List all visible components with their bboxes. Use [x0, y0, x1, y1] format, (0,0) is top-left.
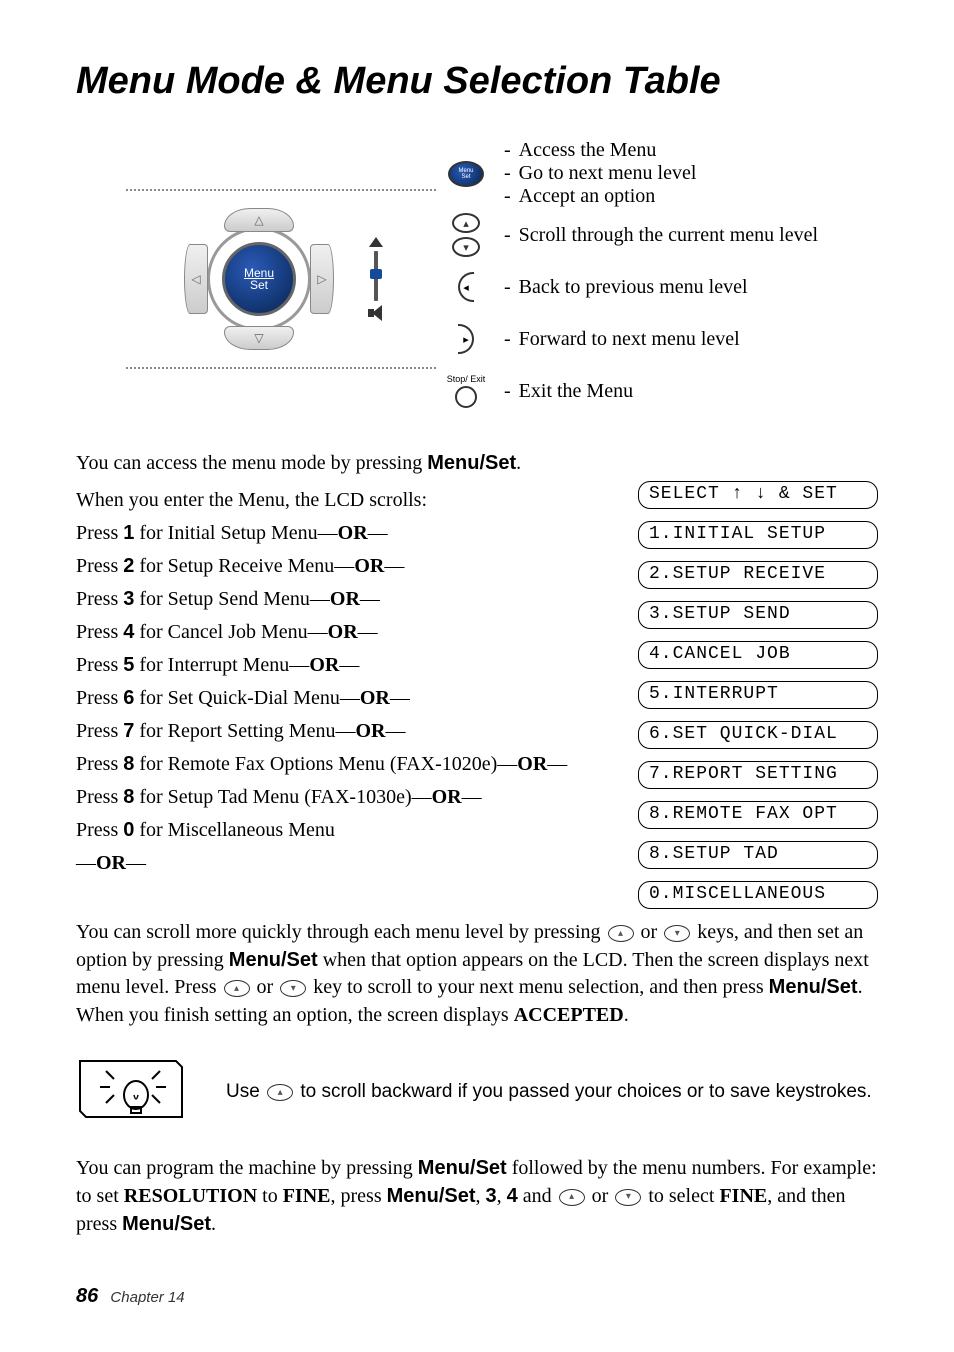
trailing-or: —OR—: [76, 852, 618, 875]
menu-line: Press 4 for Cancel Job Menu—OR—: [76, 621, 618, 644]
up-oval-icon: ▴: [267, 1084, 293, 1101]
legend-left: ◂ Back to previous menu level: [446, 262, 878, 312]
scroll-line: When you enter the Menu, the LCD scrolls…: [76, 489, 618, 512]
lcd-5: 5.INTERRUPT: [638, 681, 878, 709]
scroll-paragraph: You can scroll more quickly through each…: [76, 919, 878, 1029]
down-oval-icon: ▾: [280, 980, 306, 997]
lcd-1: 1.INITIAL SETUP: [638, 521, 878, 549]
legend-right-text: Forward to next menu level: [504, 328, 878, 351]
lcd-3: 3.SETUP SEND: [638, 601, 878, 629]
updown-icon: ▴ ▾: [446, 213, 486, 257]
stop-exit-icon: Stop/ Exit: [446, 374, 486, 408]
chapter-label: Chapter 14: [110, 1289, 184, 1306]
page-footer: 86 Chapter 14: [76, 1285, 185, 1308]
tip-lightbulb-icon: [76, 1057, 186, 1127]
legend-right: ▸ Forward to next menu level: [446, 314, 878, 364]
diagram-column: △ ▽ ◁ ▷ Menu Set: [76, 139, 436, 416]
lcd-7: 7.REPORT SETTING: [638, 761, 878, 789]
menu-line: Press 3 for Setup Send Menu—OR—: [76, 588, 618, 611]
menuset-icon: MenuSet: [446, 161, 486, 187]
left-icon: ◂: [446, 272, 486, 302]
dpad-center-bottom: Set: [250, 279, 268, 291]
lcd-select: SELECT ↑ ↓ & SET: [638, 481, 878, 509]
menu-line: Press 7 for Report Setting Menu—OR—: [76, 720, 618, 743]
lcd-6: 6.SET QUICK-DIAL: [638, 721, 878, 749]
menu-line: Press 5 for Interrupt Menu—OR—: [76, 654, 618, 677]
volume-bar-icon: [364, 214, 388, 344]
legend-column: MenuSet Access the Menu Go to next menu …: [446, 139, 878, 416]
menu-line: Press 8 for Setup Tad Menu (FAX-1030e)—O…: [76, 786, 618, 809]
dpad-right-icon: ▷: [310, 244, 334, 314]
lcd-2: 2.SETUP RECEIVE: [638, 561, 878, 589]
access-line: You can access the menu mode by pressing…: [76, 452, 878, 475]
up-oval-icon: ▴: [559, 1189, 585, 1206]
legend-stop-text: Exit the Menu: [504, 380, 878, 403]
volume-up-icon: [369, 237, 383, 247]
lcd-8: 8.REMOTE FAX OPT: [638, 801, 878, 829]
lcd-column: SELECT ↑ ↓ & SET 1.INITIAL SETUP 2.SETUP…: [638, 479, 878, 909]
lcd-8b: 8.SETUP TAD: [638, 841, 878, 869]
dpad-diagram: △ ▽ ◁ ▷ Menu Set: [126, 189, 436, 369]
up-oval-icon: ▴: [608, 925, 634, 942]
menu-line: Press 1 for Initial Setup Menu—OR—: [76, 522, 618, 545]
program-paragraph: You can program the machine by pressing …: [76, 1155, 878, 1238]
menu-line: Press 0 for Miscellaneous Menu: [76, 819, 618, 842]
menu-set-button-icon: Menu Set: [222, 242, 296, 316]
lcd-0: 0.MISCELLANEOUS: [638, 881, 878, 909]
volume-speaker-icon: [368, 305, 384, 321]
menu-area: When you enter the Menu, the LCD scrolls…: [76, 479, 878, 909]
dpad-left-icon: ◁: [184, 244, 208, 314]
legend-left-text: Back to previous menu level: [504, 276, 878, 299]
down-oval-icon: ▾: [664, 925, 690, 942]
down-oval-icon: ▾: [615, 1189, 641, 1206]
tip-row: Use ▴ to scroll backward if you passed y…: [76, 1057, 878, 1127]
right-icon: ▸: [446, 324, 486, 354]
top-area: △ ▽ ◁ ▷ Menu Set MenuSet Access the: [76, 139, 878, 416]
legend-updown-text: Scroll through the current menu level: [504, 224, 878, 247]
dpad-up-icon: △: [224, 208, 294, 232]
volume-track-icon: [374, 251, 378, 301]
legend-menuset: MenuSet Access the Menu Go to next menu …: [446, 139, 878, 208]
menu-instructions: When you enter the Menu, the LCD scrolls…: [76, 479, 618, 885]
legend-updown: ▴ ▾ Scroll through the current menu leve…: [446, 210, 878, 260]
legend-stop: Stop/ Exit Exit the Menu: [446, 366, 878, 416]
up-oval-icon: ▴: [224, 980, 250, 997]
dpad: △ ▽ ◁ ▷ Menu Set: [174, 204, 344, 354]
menu-line: Press 6 for Set Quick-Dial Menu—OR—: [76, 687, 618, 710]
tip-text: Use ▴ to scroll backward if you passed y…: [226, 1081, 872, 1103]
page-number: 86: [76, 1285, 98, 1307]
menu-line: Press 8 for Remote Fax Options Menu (FAX…: [76, 753, 618, 776]
menu-line: Press 2 for Setup Receive Menu—OR—: [76, 555, 618, 578]
lcd-4: 4.CANCEL JOB: [638, 641, 878, 669]
dpad-down-icon: ▽: [224, 326, 294, 350]
page-title: Menu Mode & Menu Selection Table: [76, 60, 878, 103]
legend-menuset-text: Access the Menu Go to next menu level Ac…: [504, 139, 878, 208]
